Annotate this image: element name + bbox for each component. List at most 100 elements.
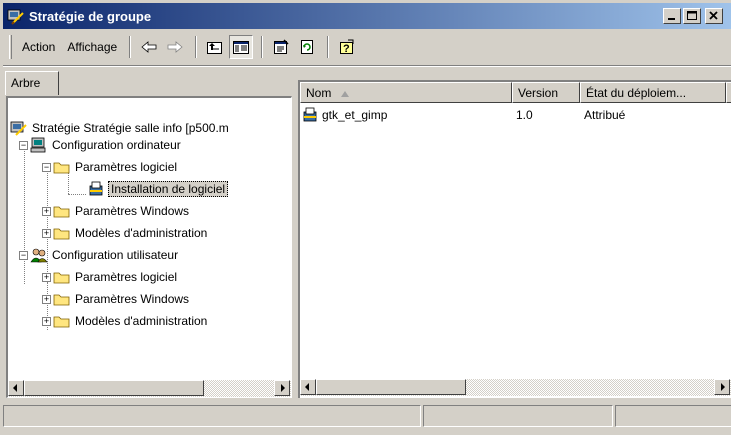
folder-icon bbox=[53, 269, 71, 285]
tree-pane[interactable]: Stratégie Stratégie salle info [p500.m −… bbox=[6, 96, 292, 398]
svg-text:?: ? bbox=[343, 43, 350, 55]
tree-line bbox=[24, 148, 25, 284]
tree-node-label: Configuration utilisateur bbox=[52, 248, 179, 262]
column-header-version[interactable]: Version bbox=[512, 82, 580, 103]
toolbar-separator bbox=[129, 36, 132, 58]
toolbar: Action Affichage ? bbox=[3, 31, 731, 63]
tree-node-user-windows-settings[interactable]: Paramètres Windows bbox=[53, 289, 191, 309]
tree-node-admin-templates[interactable]: Modèles d'administration bbox=[53, 223, 209, 243]
tree-node-user-admin-templates[interactable]: Modèles d'administration bbox=[53, 311, 209, 331]
back-arrow-icon bbox=[141, 41, 157, 53]
cell-deployment-state: Attribué bbox=[584, 108, 626, 122]
toolbar-grip[interactable] bbox=[9, 35, 12, 59]
properties-button[interactable] bbox=[269, 35, 293, 59]
tab-tree[interactable]: Arbre bbox=[5, 71, 59, 95]
refresh-icon bbox=[301, 40, 314, 54]
arrow-left-icon bbox=[13, 384, 17, 392]
package-name: gtk_et_gimp bbox=[322, 108, 388, 122]
toolbar-separator bbox=[261, 36, 264, 58]
tree-node-label: Configuration ordinateur bbox=[52, 138, 181, 152]
scroll-thumb[interactable] bbox=[24, 380, 204, 396]
window-title: Stratégie de groupe bbox=[29, 8, 152, 24]
tree-node-user-software-settings[interactable]: Paramètres logiciel bbox=[53, 267, 179, 287]
details-pane[interactable]: Nom Version État du déploiem... gtk_et_g… bbox=[298, 80, 731, 398]
help-button[interactable]: ? bbox=[335, 35, 359, 59]
folder-icon bbox=[53, 159, 71, 175]
status-panel bbox=[3, 405, 421, 427]
refresh-button[interactable] bbox=[295, 35, 319, 59]
console-tree: Stratégie Stratégie salle info [p500.m −… bbox=[8, 98, 291, 370]
tree-node-computer-config[interactable]: Configuration ordinateur bbox=[30, 135, 183, 155]
back-button[interactable] bbox=[137, 35, 161, 59]
computer-config-icon bbox=[30, 137, 48, 153]
menu-view[interactable]: Affichage bbox=[61, 36, 123, 58]
package-icon bbox=[302, 107, 320, 123]
user-config-icon bbox=[30, 247, 48, 263]
close-icon bbox=[709, 11, 718, 20]
scroll-right-button[interactable] bbox=[274, 380, 290, 396]
cell-version: 1.0 bbox=[516, 108, 533, 122]
properties-icon bbox=[274, 39, 289, 54]
arrow-right-icon bbox=[281, 384, 285, 392]
show-hide-tree-icon bbox=[233, 41, 250, 54]
scroll-right-button[interactable] bbox=[714, 379, 730, 395]
collapse-toggle[interactable]: − bbox=[19, 251, 28, 260]
tree-horizontal-scrollbar[interactable] bbox=[8, 380, 291, 397]
policy-icon bbox=[10, 120, 28, 136]
folder-icon bbox=[53, 313, 71, 329]
expand-toggle[interactable]: + bbox=[42, 295, 51, 304]
tree-node-label: Paramètres Windows bbox=[75, 204, 190, 218]
expand-toggle[interactable]: + bbox=[42, 273, 51, 282]
forward-button[interactable] bbox=[163, 35, 187, 59]
tab-tree-label: Arbre bbox=[11, 76, 41, 90]
scroll-left-button[interactable] bbox=[8, 380, 24, 396]
status-panel bbox=[423, 405, 613, 427]
expand-toggle[interactable]: + bbox=[42, 229, 51, 238]
details-horizontal-scrollbar[interactable] bbox=[300, 379, 731, 396]
up-level-button[interactable] bbox=[203, 35, 227, 59]
arrow-right-icon bbox=[721, 383, 725, 391]
menu-view-label: Affichage bbox=[67, 40, 118, 54]
title-bar[interactable]: Stratégie de groupe bbox=[3, 3, 731, 29]
scroll-thumb[interactable] bbox=[316, 379, 466, 395]
collapse-toggle[interactable]: − bbox=[42, 163, 51, 172]
tree-node-software-settings[interactable]: Paramètres logiciel bbox=[53, 157, 179, 177]
status-panel bbox=[615, 405, 731, 427]
column-header-name[interactable]: Nom bbox=[300, 82, 512, 103]
sort-ascending-icon bbox=[341, 90, 350, 97]
column-header-deployment-state[interactable]: État du déploiem... bbox=[580, 82, 726, 103]
tree-line bbox=[47, 170, 48, 282]
table-row[interactable]: gtk_et_gimp 1.0 Attribué I bbox=[300, 105, 731, 125]
tree-line bbox=[68, 194, 86, 195]
folder-icon bbox=[53, 203, 71, 219]
scroll-left-button[interactable] bbox=[300, 379, 316, 395]
up-folder-icon bbox=[207, 42, 223, 54]
menu-action[interactable]: Action bbox=[16, 36, 61, 58]
collapse-toggle[interactable]: − bbox=[19, 141, 28, 150]
expand-toggle[interactable]: + bbox=[42, 317, 51, 326]
tree-node-label: Stratégie Stratégie salle info [p500.m bbox=[32, 121, 229, 135]
help-icon: ? bbox=[340, 39, 354, 55]
column-header-label: Nom bbox=[306, 86, 332, 100]
folder-icon bbox=[53, 291, 71, 307]
toolbar-separator bbox=[327, 36, 330, 58]
tree-node-windows-settings[interactable]: Paramètres Windows bbox=[53, 201, 191, 221]
column-header-label: État du déploiem... bbox=[586, 86, 687, 100]
cell-extra: I bbox=[726, 108, 731, 122]
group-policy-window: Stratégie de groupe Action Affichage ? A… bbox=[0, 0, 731, 435]
tree-node-label: Paramètres Windows bbox=[75, 292, 190, 306]
tree-node-software-install[interactable]: Installation de logiciel bbox=[88, 179, 229, 199]
minimize-button[interactable] bbox=[663, 8, 681, 24]
folder-icon bbox=[53, 225, 71, 241]
cell-name: gtk_et_gimp bbox=[300, 107, 512, 123]
arrow-left-icon bbox=[305, 383, 309, 391]
software-install-icon bbox=[88, 181, 106, 197]
close-button[interactable] bbox=[705, 8, 723, 24]
tree-node-label: Installation de logiciel bbox=[108, 181, 229, 197]
tree-node-user-config[interactable]: Configuration utilisateur bbox=[30, 245, 180, 265]
maximize-button[interactable] bbox=[683, 8, 701, 24]
status-bar bbox=[3, 405, 731, 427]
column-header-extra[interactable] bbox=[726, 82, 731, 103]
show-hide-tree-button[interactable] bbox=[229, 35, 254, 59]
expand-toggle[interactable]: + bbox=[42, 207, 51, 216]
